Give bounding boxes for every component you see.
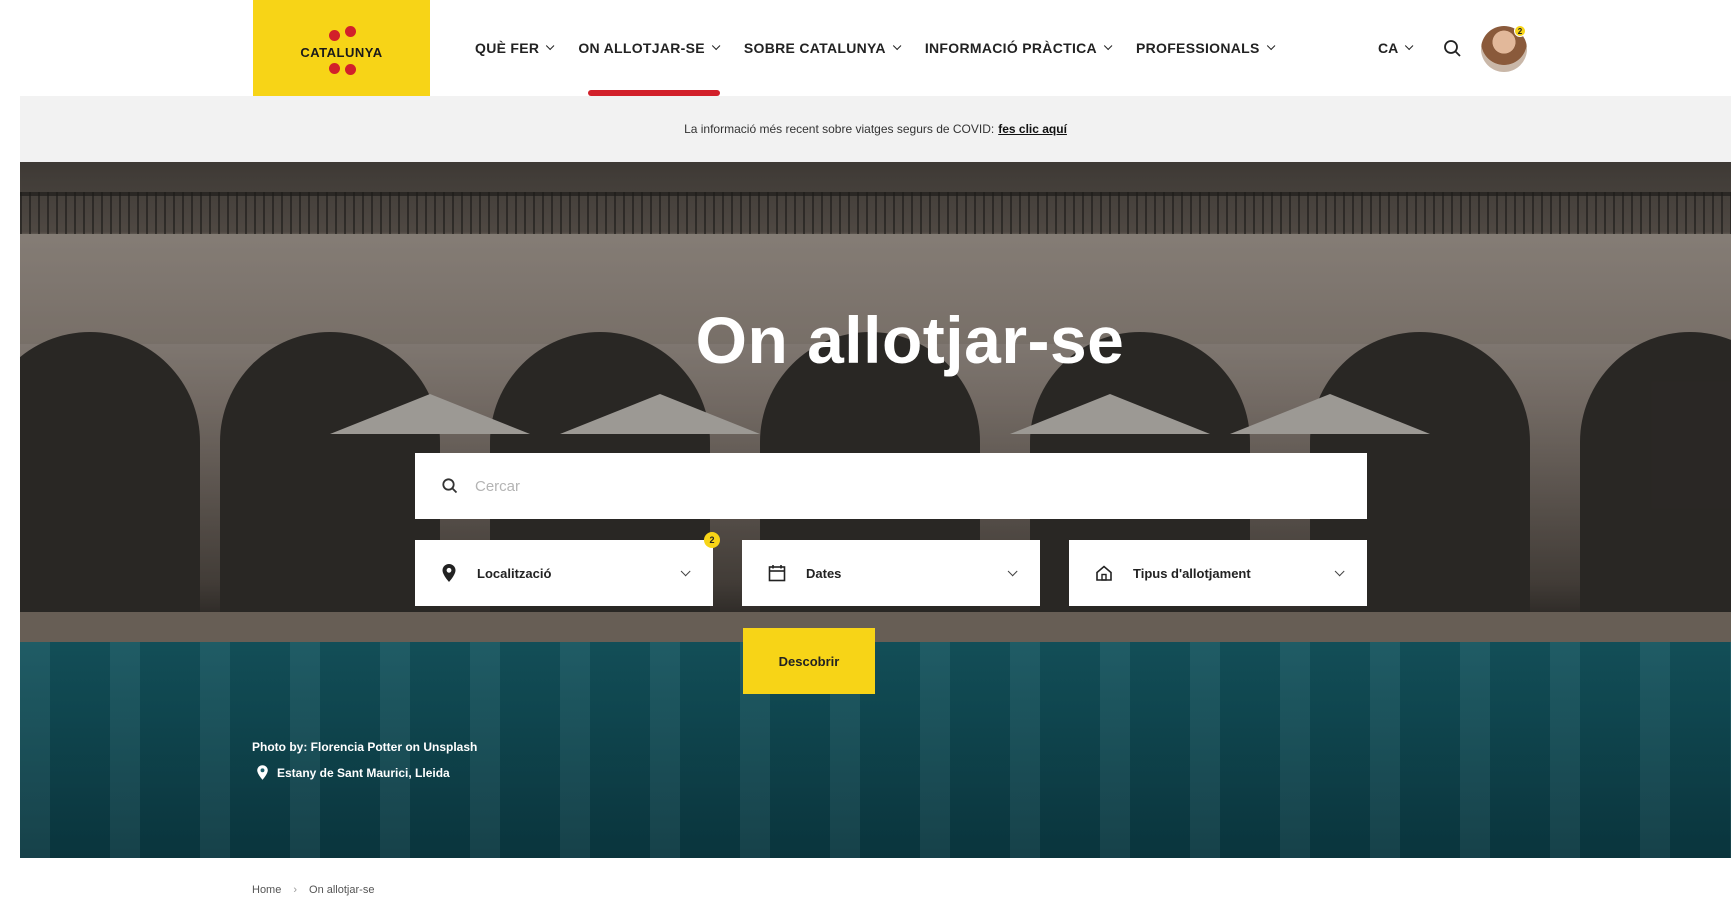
catalunya-logo[interactable]: CATALUNYA — [253, 0, 430, 96]
chevron-down-icon — [680, 565, 691, 576]
search-icon[interactable] — [1442, 38, 1464, 60]
main-nav: QUÈ FER ON ALLOTJAR-SE SOBRE CATALUNYA I… — [475, 0, 1299, 96]
nav-label: PROFESSIONALS — [1135, 40, 1260, 56]
logo-bottom-dots — [317, 61, 367, 75]
chevron-down-icon — [1007, 565, 1018, 576]
covid-banner: La informació més recent sobre viatges s… — [20, 96, 1731, 162]
filter-label: Dates — [806, 565, 842, 581]
search-icon — [442, 478, 458, 494]
chevron-down-icon — [546, 41, 555, 51]
nav-item-sobre-catalunya[interactable]: SOBRE CATALUNYA — [743, 0, 902, 96]
language-selector[interactable]: CA — [1378, 0, 1414, 96]
nav-item-on-allotjar-se[interactable]: ON ALLOTJAR-SE — [578, 0, 721, 96]
chevron-down-icon — [892, 41, 902, 51]
logo-text: CATALUNYA — [300, 44, 383, 60]
chevron-down-icon — [1405, 41, 1414, 51]
breadcrumb-separator-icon: › — [293, 884, 298, 896]
page-title: On allotjar-se — [695, 303, 1125, 377]
language-label: CA — [1378, 40, 1399, 56]
hero-section: On allotjar-se Localització 2 Dates Tipu… — [20, 162, 1731, 858]
nav-label: ON ALLOTJAR-SE — [578, 40, 705, 56]
nav-label: QUÈ FER — [475, 40, 540, 56]
filter-label: Tipus d'allotjament — [1133, 565, 1251, 581]
search-bar[interactable] — [415, 453, 1367, 519]
location-label: Estany de Sant Maurici, Lleida — [277, 765, 450, 780]
search-input[interactable] — [475, 477, 1275, 495]
calendar-icon — [768, 565, 786, 582]
map-pin-icon — [257, 765, 268, 780]
banner-text: La informació més recent sobre viatges s… — [684, 122, 995, 136]
notification-badge: 2 — [1514, 25, 1526, 37]
nav-label: SOBRE CATALUNYA — [743, 40, 886, 56]
nav-item-professionals[interactable]: PROFESSIONALS — [1135, 0, 1276, 96]
site-header: CATALUNYA QUÈ FER ON ALLOTJAR-SE SOBRE C… — [0, 0, 1731, 96]
chevron-down-icon — [1103, 41, 1113, 51]
nav-item-que-fer[interactable]: QUÈ FER — [475, 0, 555, 96]
photo-location[interactable]: Estany de Sant Maurici, Lleida — [256, 764, 450, 781]
logo-top-dots — [317, 22, 367, 44]
chevron-down-icon — [1266, 41, 1276, 51]
filter-label: Localització — [477, 565, 552, 581]
filter-dates[interactable]: Dates — [742, 540, 1040, 606]
map-pin-icon — [442, 564, 456, 582]
nav-item-informacio-practica[interactable]: INFORMACIÓ PRÀCTICA — [924, 0, 1113, 96]
home-icon — [1096, 565, 1112, 581]
breadcrumb-current: On allotjar-se — [309, 884, 375, 896]
breadcrumb: Home › On allotjar-se — [252, 884, 374, 896]
filter-accommodation-type[interactable]: Tipus d'allotjament — [1069, 540, 1367, 606]
photo-credit: Photo by: Florencia Potter on Unsplash — [252, 740, 478, 754]
filter-location[interactable]: Localització — [415, 540, 713, 606]
chevron-down-icon — [1334, 565, 1345, 576]
filter-badge: 2 — [704, 532, 720, 548]
chevron-down-icon — [711, 41, 721, 51]
discover-button[interactable]: Descobrir — [743, 628, 875, 694]
nav-label: INFORMACIÓ PRÀCTICA — [924, 40, 1097, 56]
banner-link[interactable]: fes clic aquí — [998, 122, 1067, 136]
breadcrumb-home[interactable]: Home — [252, 884, 281, 896]
